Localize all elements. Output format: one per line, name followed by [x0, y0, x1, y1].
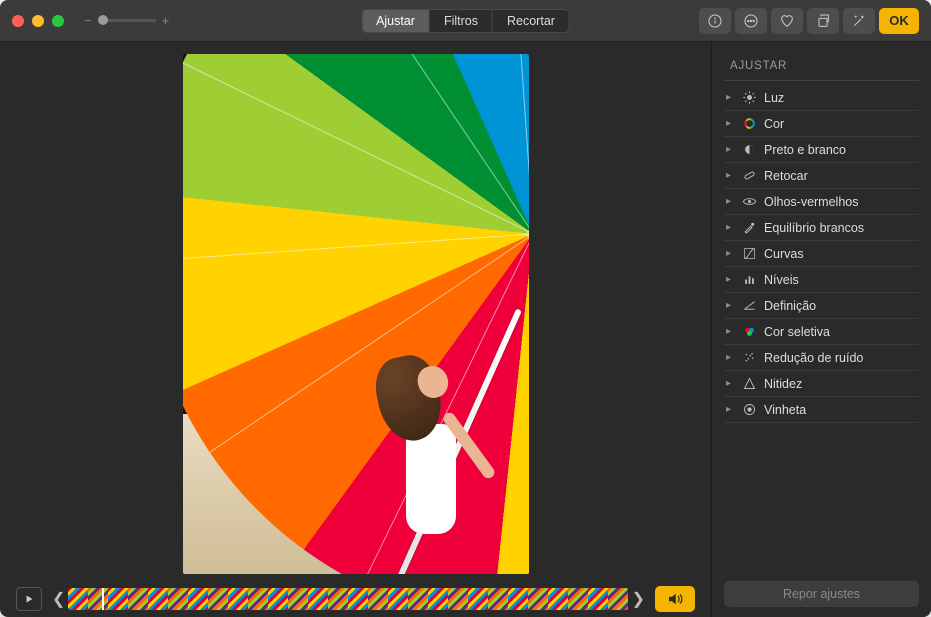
adjust-item-vignette[interactable]: ▸ Vinheta — [724, 397, 919, 423]
playback-bar: ❮ ❯ — [0, 586, 711, 617]
vignette-icon — [741, 402, 757, 418]
chevron-right-icon: ▸ — [726, 196, 734, 207]
adjust-item-label: Redução de ruído — [764, 351, 863, 365]
adjust-item-label: Luz — [764, 91, 784, 105]
speaker-icon — [666, 590, 684, 608]
light-icon — [741, 90, 757, 106]
adjust-item-noise-reduction[interactable]: ▸ Redução de ruído — [724, 345, 919, 371]
adjust-item-curves[interactable]: ▸ Curvas — [724, 241, 919, 267]
reset-wrap: Repor ajustes — [724, 581, 919, 607]
selective-color-icon — [741, 324, 757, 340]
chevron-right-icon: ▸ — [726, 222, 734, 233]
adjust-item-label: Retocar — [764, 169, 808, 183]
eye-icon — [741, 194, 757, 210]
levels-icon — [741, 272, 757, 288]
info-button[interactable] — [699, 8, 731, 34]
definition-icon — [741, 298, 757, 314]
minimize-icon[interactable] — [32, 15, 44, 27]
photo-preview[interactable] — [183, 54, 529, 574]
filmstrip[interactable] — [68, 588, 628, 610]
more-icon — [743, 13, 759, 29]
play-icon — [23, 593, 35, 605]
adjust-item-label: Níveis — [764, 273, 799, 287]
adjust-item-levels[interactable]: ▸ Níveis — [724, 267, 919, 293]
adjust-item-label: Preto e branco — [764, 143, 846, 157]
person — [378, 314, 478, 534]
adjust-list: ▸ Luz ▸ Cor ▸ Preto e branco ▸ — [724, 85, 919, 423]
close-icon[interactable] — [12, 15, 24, 27]
viewer: ❮ ❯ — [0, 42, 711, 617]
curves-icon — [741, 246, 757, 262]
edit-mode-tabs: Ajustar Filtros Recortar — [361, 9, 570, 33]
chevron-right-icon: ▸ — [726, 170, 734, 181]
zoom-track[interactable] — [98, 19, 156, 22]
chevron-right-icon: ▸ — [726, 300, 734, 311]
eyedropper-icon — [741, 220, 757, 236]
fullscreen-icon[interactable] — [52, 15, 64, 27]
sharpen-icon — [741, 376, 757, 392]
canvas-area — [0, 42, 711, 586]
adjust-item-definition[interactable]: ▸ Definição — [724, 293, 919, 319]
reset-adjustments-button[interactable]: Repor ajustes — [724, 581, 919, 607]
more-button[interactable] — [735, 8, 767, 34]
adjust-item-retouch[interactable]: ▸ Retocar — [724, 163, 919, 189]
adjust-item-label: Vinheta — [764, 403, 806, 417]
chevron-right-icon: ▸ — [726, 144, 734, 155]
chevron-right-icon: ▸ — [726, 248, 734, 259]
adjust-item-label: Cor — [764, 117, 784, 131]
zoom-out-icon: − — [84, 13, 92, 28]
adjust-item-label: Definição — [764, 299, 816, 313]
zoom-slider[interactable]: − + — [84, 13, 169, 28]
trim-start-handle[interactable]: ❮ — [50, 589, 67, 609]
zoom-thumb[interactable] — [98, 15, 108, 25]
heart-icon — [779, 13, 795, 29]
clip-trimmer[interactable]: ❮ ❯ — [50, 588, 647, 610]
adjust-sidebar: AJUSTAR ▸ Luz ▸ Cor ▸ Preto e branco — [711, 42, 931, 617]
adjust-item-sharpness[interactable]: ▸ Nitidez — [724, 371, 919, 397]
done-button[interactable]: OK — [879, 8, 919, 34]
audio-button[interactable] — [655, 586, 695, 612]
rotate-icon — [815, 13, 831, 29]
adjust-item-selective-color[interactable]: ▸ Cor seletiva — [724, 319, 919, 345]
adjust-item-bw[interactable]: ▸ Preto e branco — [724, 137, 919, 163]
adjust-item-label: Equilíbrio brancos — [764, 221, 864, 235]
black-white-icon — [741, 142, 757, 158]
noise-icon — [741, 350, 757, 366]
adjust-item-label: Cor seletiva — [764, 325, 830, 339]
tab-crop[interactable]: Recortar — [493, 10, 569, 32]
playhead[interactable] — [102, 588, 104, 610]
sidebar-title: AJUSTAR — [724, 56, 919, 81]
tab-adjust[interactable]: Ajustar — [362, 10, 430, 32]
rotate-button[interactable] — [807, 8, 839, 34]
wand-icon — [851, 13, 867, 29]
photos-edit-window: − + Ajustar Filtros Recortar — [0, 0, 931, 617]
titlebar: − + Ajustar Filtros Recortar — [0, 0, 931, 42]
favorite-button[interactable] — [771, 8, 803, 34]
info-icon — [707, 13, 723, 29]
chevron-right-icon: ▸ — [726, 326, 734, 337]
window-controls — [12, 15, 64, 27]
adjust-item-light[interactable]: ▸ Luz — [724, 85, 919, 111]
chevron-right-icon: ▸ — [726, 92, 734, 103]
trim-end-handle[interactable]: ❯ — [630, 589, 647, 609]
adjust-item-label: Olhos-vermelhos — [764, 195, 858, 209]
chevron-right-icon: ▸ — [726, 378, 734, 389]
chevron-right-icon: ▸ — [726, 118, 734, 129]
bandage-icon — [741, 168, 757, 184]
chevron-right-icon: ▸ — [726, 352, 734, 363]
adjust-item-label: Curvas — [764, 247, 804, 261]
adjust-item-color[interactable]: ▸ Cor — [724, 111, 919, 137]
main: ❮ ❯ — [0, 42, 931, 617]
adjust-item-redeye[interactable]: ▸ Olhos-vermelhos — [724, 189, 919, 215]
chevron-right-icon: ▸ — [726, 274, 734, 285]
adjust-item-label: Nitidez — [764, 377, 802, 391]
adjust-item-white-balance[interactable]: ▸ Equilíbrio brancos — [724, 215, 919, 241]
chevron-right-icon: ▸ — [726, 404, 734, 415]
toolbar-right: OK — [699, 8, 919, 34]
zoom-in-icon: + — [162, 13, 170, 28]
tab-filters[interactable]: Filtros — [430, 10, 493, 32]
auto-enhance-button[interactable] — [843, 8, 875, 34]
color-icon — [741, 116, 757, 132]
play-button[interactable] — [16, 587, 42, 611]
